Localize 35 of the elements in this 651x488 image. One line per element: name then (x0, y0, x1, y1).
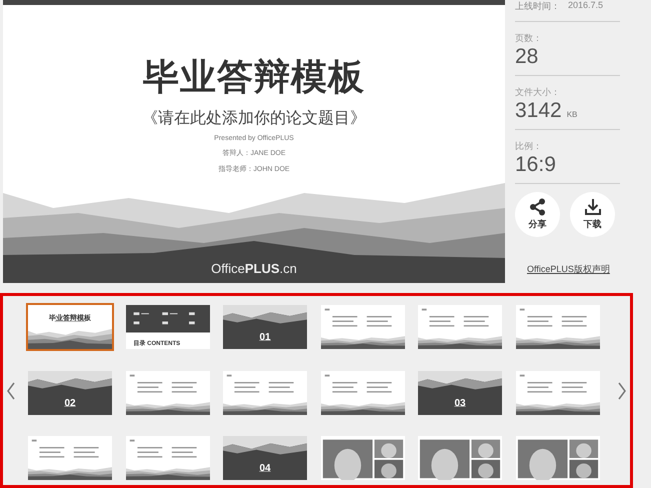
slide-thumbnail[interactable] (318, 368, 406, 416)
brand-text: OfficePLUS.cn (211, 261, 297, 276)
stat-label: 页数： (515, 32, 543, 45)
download-icon (584, 198, 602, 216)
previous-button[interactable] (5, 382, 17, 402)
share-icon (528, 198, 546, 216)
slide-thumbnail[interactable] (416, 303, 504, 351)
share-button[interactable]: 分享 (515, 192, 560, 237)
slide-thumbnail[interactable] (514, 434, 602, 482)
download-button[interactable]: 下载 (570, 192, 615, 237)
slide-thumbnail[interactable] (221, 368, 309, 416)
slide-title: 毕业答辩模板 (143, 55, 365, 99)
stat-label: 文件大小： (515, 86, 561, 99)
slide-thumbnail[interactable] (318, 434, 406, 482)
slide-thumbnail[interactable] (416, 434, 504, 482)
slide-subtitle: 《请在此处添加你的论文题目》 (142, 108, 366, 129)
stat-unit: KB (566, 110, 578, 119)
slide-thumbnail[interactable]: 02 (26, 368, 114, 416)
copyright-link[interactable]: OfficePLUS版权声明 (527, 263, 620, 276)
slide-thumbnail[interactable] (124, 368, 212, 416)
slide-thumbnail[interactable] (318, 303, 406, 351)
slide-thumbnail[interactable]: 03 (416, 368, 504, 416)
stat-value: 16:9 (515, 153, 556, 177)
slide-thumbnail[interactable] (514, 303, 602, 351)
stat-value: 28 (515, 45, 538, 69)
slide-thumbnail[interactable]: 01 (221, 303, 309, 351)
slide-thumbnail[interactable] (514, 368, 602, 416)
upload-date: 2016.7.5 (568, 0, 604, 12)
stat-label: 比例： (515, 140, 543, 153)
slide-thumbnail[interactable]: 04 (221, 434, 309, 482)
upload-label: 上线时间： (515, 0, 560, 13)
stat-value: 3142 (515, 99, 562, 123)
slide-thumbnail[interactable] (124, 434, 212, 482)
slide-thumbnail[interactable] (26, 434, 114, 482)
next-button[interactable] (616, 382, 628, 402)
